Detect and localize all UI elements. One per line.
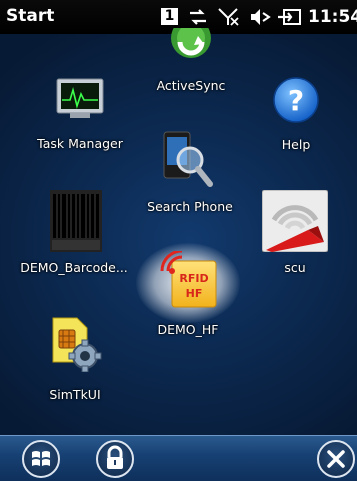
help-icon: ? (273, 77, 319, 123)
activesync-icon (171, 28, 211, 58)
app-label: DEMO_HF (157, 322, 219, 337)
lock-icon (107, 445, 123, 469)
search-phone-icon (163, 131, 213, 187)
app-label: ActiveSync (156, 78, 226, 93)
windows-logo-icon (32, 451, 50, 466)
notification-badge[interactable]: 1 (161, 8, 178, 25)
sync-icon[interactable] (187, 8, 209, 26)
home-screen: Start 1 11:54 ActiveSync ? Help Task Man… (0, 0, 357, 481)
app-label: SimTkUI (49, 387, 101, 402)
app-activesync[interactable]: ActiveSync (146, 28, 236, 98)
close-button[interactable] (317, 440, 355, 478)
app-simtkui[interactable]: SimTkUI (30, 316, 120, 406)
clock[interactable]: 11:54 (308, 7, 357, 27)
lock-button[interactable] (96, 440, 134, 478)
scu-icon (262, 190, 328, 252)
status-title: Start (6, 6, 55, 26)
app-label: DEMO_Barcode... (20, 260, 128, 275)
power-plug-icon[interactable] (278, 8, 302, 26)
rfid-hf-icon: RFID HF (160, 251, 217, 308)
hf-text: HF (186, 287, 203, 300)
app-label: Task Manager (37, 136, 123, 151)
svg-text:?: ? (288, 84, 304, 117)
app-label: Help (281, 137, 311, 152)
app-scu[interactable]: scu (255, 190, 335, 280)
start-button[interactable] (22, 440, 60, 478)
app-search-phone[interactable]: Search Phone (140, 130, 240, 214)
app-task-manager[interactable]: Task Manager (30, 78, 130, 158)
app-demo-hf[interactable]: RFID HF DEMO_HF (136, 243, 240, 339)
task-manager-icon (56, 78, 104, 118)
app-help[interactable]: ? Help (256, 76, 336, 156)
app-demo-barcode[interactable]: DEMO_Barcode... (14, 190, 134, 280)
no-signal-icon[interactable] (218, 8, 240, 26)
rfid-text: RFID (179, 272, 208, 285)
app-label: Search Phone (147, 199, 233, 214)
sim-toolkit-icon (52, 317, 102, 372)
close-icon (327, 450, 345, 468)
barcode-icon (50, 190, 102, 252)
volume-muted-icon[interactable] (249, 8, 271, 26)
app-label: scu (284, 260, 306, 275)
